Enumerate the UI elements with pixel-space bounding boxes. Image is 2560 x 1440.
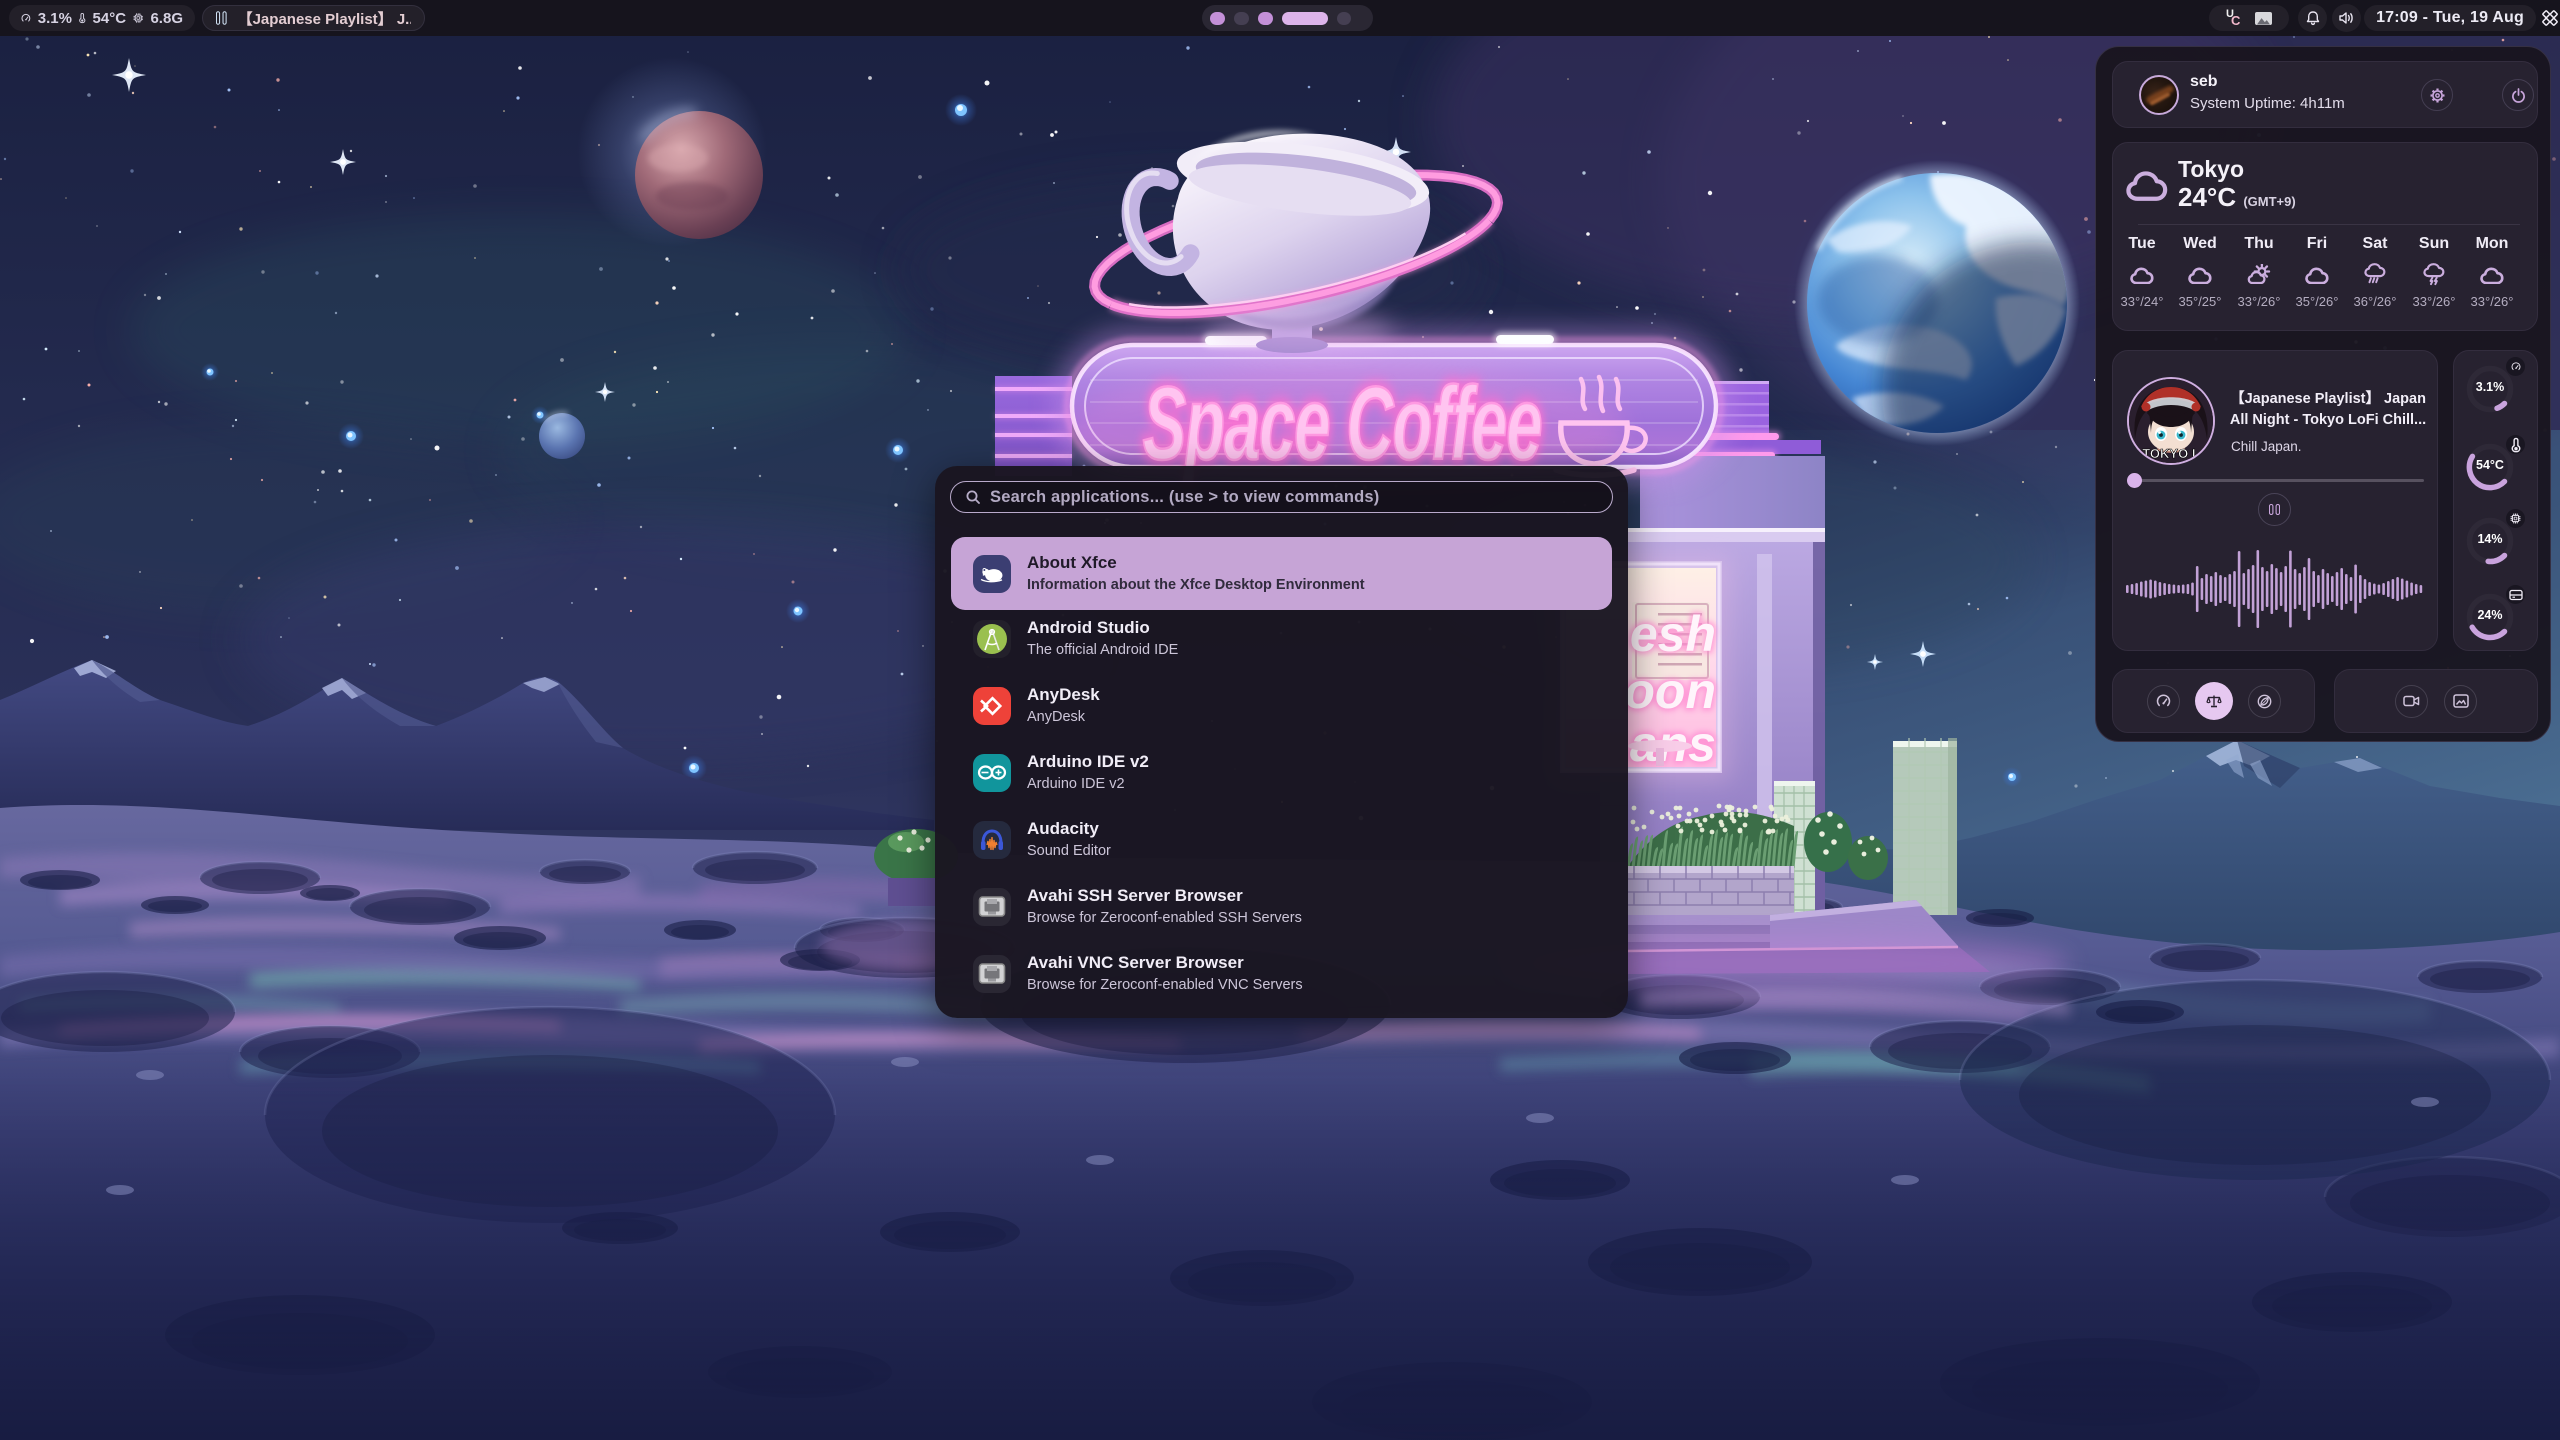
svg-text:esh: esh bbox=[1630, 606, 1716, 662]
svg-text:TOKYO L: TOKYO L bbox=[2142, 446, 2200, 461]
svg-text:oon: oon bbox=[1624, 663, 1716, 719]
svg-text:Space Coffee: Space Coffee bbox=[1143, 366, 1542, 482]
